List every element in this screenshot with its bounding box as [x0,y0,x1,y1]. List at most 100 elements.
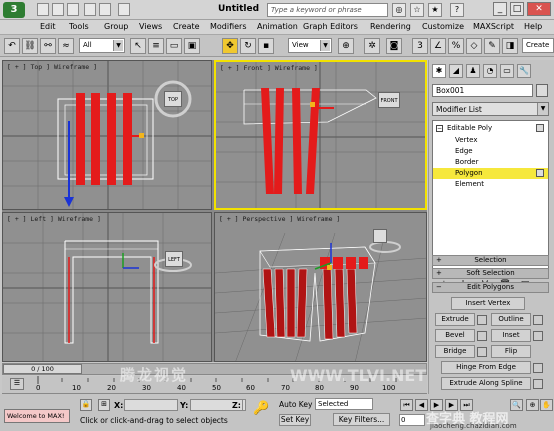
redo-icon[interactable] [99,3,111,16]
stack-item-border[interactable]: Border [433,157,548,168]
viewport-label-top[interactable]: [ + ] Top ] Wireframe ] [7,63,97,71]
rollout-selection[interactable]: + Selection [432,255,549,266]
absolute-mode-icon[interactable]: ⊞ [98,399,110,411]
object-name-field[interactable]: Box001 [432,84,533,97]
auto-key-button[interactable]: Auto Key [279,400,312,409]
hinge-from-edge-button[interactable]: Hinge From Edge [441,361,531,374]
project-folder-icon[interactable] [118,3,130,16]
menu-tools[interactable]: Tools [69,22,89,31]
extrude-spline-settings-icon[interactable] [533,379,543,389]
pan-icon[interactable]: ✋ [540,399,553,411]
open-file-icon[interactable] [52,3,64,16]
viewport-front[interactable]: FRONT [ + ] Front ] Wireframe ] [214,60,427,210]
select-move-icon[interactable]: ✥ [222,38,238,54]
utilities-tab-icon[interactable]: 🔧 [517,64,531,78]
menu-maxscript[interactable]: MAXScript [473,22,514,31]
extrude-button[interactable]: Extrude [435,313,475,326]
current-frame-field[interactable]: 0 [399,414,425,426]
maximize-button[interactable]: □ [510,2,524,16]
select-link-icon[interactable]: ⛓ [22,38,38,54]
outline-button[interactable]: Outline [491,313,531,326]
create-tab-icon[interactable]: ✱ [432,64,446,78]
bridge-settings-icon[interactable] [477,347,487,357]
lock-selection-icon[interactable]: 🔒 [80,399,92,411]
viewcube-icon[interactable] [373,229,387,243]
stack-item-editable-poly[interactable]: − Editable Poly [433,123,548,134]
collapse-toggle-icon[interactable]: − [436,125,443,132]
key-mode-dropdown[interactable]: Selected [315,398,373,410]
rollout-soft-selection[interactable]: + Soft Selection [432,268,549,279]
edit-named-sets-icon[interactable]: ✎ [484,38,500,54]
percent-snap-icon[interactable]: % [448,38,464,54]
select-object-icon[interactable]: ↖ [130,38,146,54]
viewcube-icon[interactable]: FRONT [378,92,400,108]
viewport-label-front[interactable]: [ + ] Front ] Wireframe ] [220,64,318,72]
search-input[interactable]: Type a keyword or phrase [267,3,388,17]
minimize-button[interactable]: _ [493,2,507,16]
viewcube-icon[interactable]: TOP [164,91,182,107]
undo-icon[interactable] [84,3,96,16]
rollout-edit-polygons[interactable]: − Edit Polygons [432,282,549,293]
communication-center-icon[interactable]: ☆ [410,3,424,17]
hierarchy-tab-icon[interactable]: ♟ [466,64,480,78]
bevel-button[interactable]: Bevel [435,329,475,342]
set-key-icon[interactable]: 🔑 [253,401,269,416]
manipulate-icon[interactable]: ✲ [364,38,380,54]
help-icon[interactable]: ? [450,3,464,17]
keyboard-shortcut-icon[interactable]: ◙ [386,38,402,54]
angle-snap-icon[interactable]: ∠ [430,38,446,54]
new-file-icon[interactable] [37,3,49,16]
zoom-all-icon[interactable]: ⊕ [526,399,539,411]
viewport-perspective[interactable]: [ + ] Perspective ] Wireframe ] [214,212,427,362]
viewport-label-left[interactable]: [ + ] Left ] Wireframe ] [7,215,101,223]
menu-customize[interactable]: Customize [422,22,464,31]
menu-edit[interactable]: Edit [40,22,56,31]
named-selection-sets-dropdown[interactable]: Create [522,38,554,53]
menu-group[interactable]: Group [104,22,128,31]
menu-help[interactable]: Help [524,22,542,31]
stack-item-element[interactable]: Element [433,179,548,190]
display-tab-icon[interactable]: ▭ [500,64,514,78]
select-by-name-icon[interactable]: ≡ [148,38,164,54]
maxscript-listener[interactable]: Welcome to MAX! [4,409,70,423]
object-color-swatch[interactable] [536,84,548,97]
time-slider-thumb[interactable]: 0 / 100 [3,364,82,374]
menu-create[interactable]: Create [173,22,200,31]
binoculars-icon[interactable]: ◎ [392,3,406,17]
bind-space-warp-icon[interactable]: ≈ [58,38,74,54]
app-logo[interactable]: 3 [3,2,25,18]
rectangular-selection-icon[interactable]: ▭ [166,38,182,54]
stack-item-polygon[interactable]: Polygon [433,168,548,179]
stack-item-vertex[interactable]: Vertex [433,135,548,146]
hinge-settings-icon[interactable] [533,363,543,373]
flip-button[interactable]: Flip [491,345,531,358]
menu-graph-editors[interactable]: Graph Editors [303,22,358,31]
mirror-icon[interactable]: ◨ [502,38,518,54]
modifier-list-dropdown[interactable]: Modifier List ▼ [432,102,549,116]
menu-animation[interactable]: Animation [257,22,298,31]
insert-vertex-button[interactable]: Insert Vertex [451,297,525,310]
stack-item-edge[interactable]: Edge [433,146,548,157]
menu-modifiers[interactable]: Modifiers [210,22,247,31]
viewcube-icon[interactable]: LEFT [165,251,183,267]
unlink-icon[interactable]: ⚯ [40,38,56,54]
select-scale-icon[interactable]: ▪ [258,38,274,54]
bevel-settings-icon[interactable] [477,331,487,341]
inset-settings-icon[interactable] [533,331,543,341]
extrude-settings-icon[interactable] [477,315,487,325]
outline-settings-icon[interactable] [533,315,543,325]
inset-button[interactable]: Inset [491,329,531,342]
menu-rendering[interactable]: Rendering [370,22,411,31]
pivot-center-icon[interactable]: ⊕ [338,38,354,54]
key-filters-button[interactable]: Key Filters... [333,413,390,426]
menu-views[interactable]: Views [139,22,162,31]
window-crossing-icon[interactable]: ▣ [184,38,200,54]
undo-icon[interactable]: ↶ [4,38,20,54]
viewport-top[interactable]: TOP [ + ] Top ] Wireframe ] [2,60,212,210]
go-to-start-icon[interactable]: ⏮ [400,399,413,411]
save-file-icon[interactable] [67,3,79,16]
modify-tab-icon[interactable]: ◢ [449,64,463,78]
viewport-label-perspective[interactable]: [ + ] Perspective ] Wireframe ] [219,215,340,223]
motion-tab-icon[interactable]: ◔ [483,64,497,78]
set-key-button[interactable]: Set Key [279,414,311,426]
